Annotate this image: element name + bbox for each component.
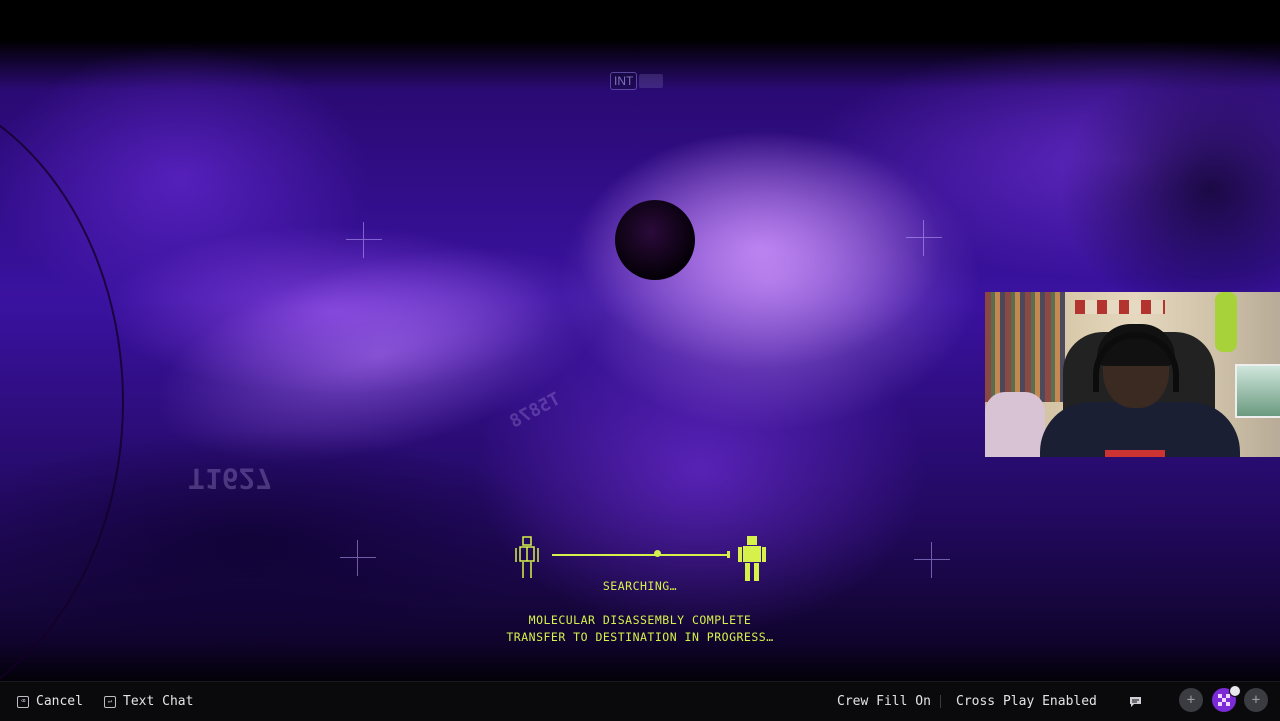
int-badge-label: INT xyxy=(610,72,638,90)
notification-dot xyxy=(1229,685,1241,697)
destination-figure-icon xyxy=(738,536,766,581)
transfer-track-end xyxy=(727,551,730,558)
transfer-message-line2: TRANSFER TO DESTINATION IN PROGRESS… xyxy=(506,630,774,644)
chat-button[interactable] xyxy=(1129,682,1142,721)
person-body xyxy=(1040,402,1240,457)
creature-eye xyxy=(615,200,695,280)
clothes-rack xyxy=(985,292,1065,402)
crosshair-marker xyxy=(346,222,382,258)
left-circle-button[interactable]: + xyxy=(1179,688,1203,712)
hull-marking-1: T1627 xyxy=(188,462,273,495)
shirt-logo xyxy=(1105,450,1165,457)
cancel-action[interactable]: ⌫ Cancel xyxy=(17,682,83,721)
crosshair-marker xyxy=(340,540,376,576)
plus-icon: + xyxy=(1251,692,1261,708)
bottom-action-bar: ⌫ Cancel ↵ Text Chat Crew Fill On Cross … xyxy=(0,681,1280,721)
crosshair-marker xyxy=(906,220,942,256)
separator xyxy=(940,695,941,708)
shelf xyxy=(1075,300,1165,314)
text-chat-action[interactable]: ↵ Text Chat xyxy=(104,682,193,721)
transfer-message-line1: MOLECULAR DISASSEMBLY COMPLETE xyxy=(528,613,752,627)
int-badge: INT xyxy=(610,72,664,90)
int-badge-bar xyxy=(639,74,664,88)
creature-fur-shape xyxy=(560,130,980,430)
searching-status: SEARCHING… xyxy=(602,579,678,593)
cancel-label: Cancel xyxy=(36,694,83,709)
aquarium xyxy=(1235,364,1280,418)
keyboard-key-icon: ⌫ xyxy=(17,695,29,708)
green-object xyxy=(1215,292,1237,352)
towel xyxy=(985,392,1045,457)
crosshair-marker xyxy=(914,542,950,578)
dark-hull-shape-right xyxy=(1060,60,1280,320)
text-chat-label: Text Chat xyxy=(123,694,194,709)
enter-key-icon: ↵ xyxy=(104,695,116,708)
transfer-hud: SEARCHING… MOLECULAR DISASSEMBLY COMPLET… xyxy=(500,530,780,650)
cross-play-status: Cross Play Enabled xyxy=(956,682,1097,721)
plus-icon: + xyxy=(1186,692,1196,708)
cross-play-label: Cross Play Enabled xyxy=(956,694,1097,709)
transfer-progress-dot xyxy=(654,550,662,557)
origin-figure-icon xyxy=(515,536,539,578)
right-circle-button[interactable]: + xyxy=(1244,688,1268,712)
crew-fill-label: Crew Fill On xyxy=(837,694,931,709)
chat-bubble-icon xyxy=(1130,696,1141,707)
crew-fill-status: Crew Fill On xyxy=(837,682,931,721)
webcam-overlay xyxy=(985,292,1280,457)
transfer-track xyxy=(552,554,728,556)
